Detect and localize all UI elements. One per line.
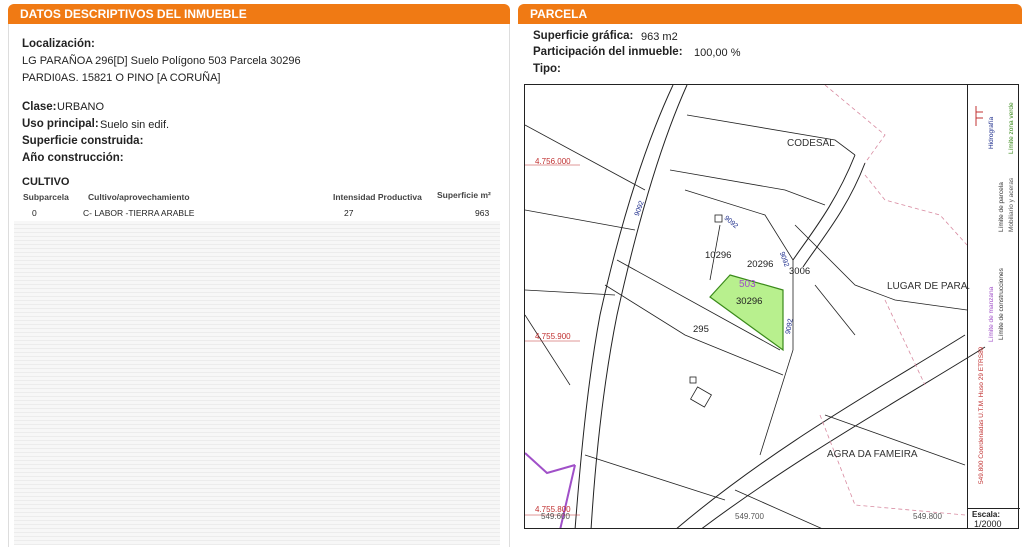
map-legend: 549.800 Coordenadas U.T.M. Huso 29 ETRS8… <box>967 84 1020 529</box>
localizacion-label: Localización: <box>22 38 95 50</box>
escala-value: 1/2000 <box>974 519 1002 529</box>
superficie-construida-label: Superficie construida: <box>22 135 144 147</box>
cell-subparcela: 0 <box>32 208 37 218</box>
right-panel-title: PARCELA <box>518 4 1022 24</box>
uso-principal-label: Uso principal: <box>22 118 99 130</box>
purple-boundary <box>525 452 576 475</box>
north-arrow-icon <box>974 104 984 128</box>
col-header-superficie: Superficie m² <box>437 190 491 200</box>
label-parcel-295: 295 <box>693 324 709 335</box>
label-parcel-20296: 20296 <box>747 259 774 270</box>
clase-label: Clase: <box>22 101 57 113</box>
col-header-cultivo: Cultivo/aprovechamiento <box>88 192 190 202</box>
cell-cultivo: C- LABOR -TIERRA ARABLE <box>83 208 195 218</box>
legend-limite-zona-verde: Límite zona verde <box>1008 102 1015 154</box>
address-line-1: LG PARAÑOA 296[D] Suelo Polígono 503 Par… <box>22 55 301 67</box>
parcel-line <box>734 489 822 528</box>
col-header-subparcela: Subparcela <box>23 192 69 202</box>
label-parcel-10296: 10296 <box>705 250 732 261</box>
coord-x-549800: 549.800 <box>913 512 942 521</box>
escala-label: Escala: <box>972 510 1001 519</box>
coord-y-4755900: 4.755.900 <box>535 332 571 341</box>
right-road-edge-b <box>802 162 866 268</box>
parcel-line <box>525 289 616 296</box>
dashed-limit <box>864 174 968 246</box>
parcel-line <box>525 209 636 231</box>
label-parcel-30296: 30296 <box>736 296 763 307</box>
map-svg <box>525 85 986 528</box>
building <box>690 386 712 408</box>
coord-x-549600: 549.600 <box>541 512 570 521</box>
participacion-label: Participación del inmueble: <box>533 46 683 58</box>
building <box>689 376 697 384</box>
left-panel-title: DATOS DESCRIPTIVOS DEL INMUEBLE <box>8 4 510 24</box>
uso-principal-value: Suelo sin edif. <box>100 119 170 131</box>
lower-road-edge-a <box>676 334 966 528</box>
right-road-edge-a <box>792 154 856 261</box>
legend-mobiliario: Mobiliario y aceras <box>1008 177 1015 232</box>
label-codesal: CODESAL <box>787 138 835 149</box>
superficie-grafica-value: 963 m2 <box>641 31 678 43</box>
dashed-limit <box>884 299 926 386</box>
coord-x-549700: 549.700 <box>735 512 764 521</box>
cell-intensidad: 27 <box>344 208 354 218</box>
lower-road-edge-b <box>701 346 986 528</box>
label-agra: AGRA DA FAMEIRA <box>827 449 918 460</box>
legend-hidrografia: Hidrografía <box>988 116 995 149</box>
coord-y-4756000: 4.756.000 <box>535 157 571 166</box>
parcel-line <box>669 169 826 206</box>
legend-coords-note: 549.800 Coordenadas U.T.M. Huso 29 ETRS8… <box>978 346 985 484</box>
dashed-limit <box>824 85 886 164</box>
main-road-edge-left <box>574 85 674 528</box>
scale-box: Escala: 1/2000 <box>968 508 1020 529</box>
label-polygon-503: 503 <box>739 279 756 290</box>
building <box>714 214 723 223</box>
legend-limite-parcela: Límite de parcela <box>998 182 1005 232</box>
legend-limite-construcciones: Límite de construcciones <box>998 268 1005 340</box>
parcel-line <box>525 314 571 386</box>
clase-value: URBANO <box>57 101 105 113</box>
tipo-label: Tipo: <box>533 63 561 75</box>
label-parcel-3006: 3006 <box>789 266 811 277</box>
cell-superficie: 963 <box>475 208 490 218</box>
ano-construccion-label: Año construcción: <box>22 152 124 164</box>
label-lugar: LUGAR DE PARA. <box>887 281 971 292</box>
cadastral-map[interactable]: CODESAL LUGAR DE PARA. AGRA DA FAMEIRA 1… <box>524 84 1019 529</box>
participacion-value: 100,00 % <box>694 47 741 59</box>
table-row: 0 C- LABOR -TIERRA ARABLE 27 963 <box>14 205 500 221</box>
superficie-grafica-label: Superficie gráfica: <box>533 30 634 42</box>
parcel-line <box>814 284 856 336</box>
parcel-line <box>794 224 968 311</box>
legend-limite-manzana: Límite de manzana <box>988 286 995 342</box>
col-header-intensidad: Intensidad Productiva <box>333 192 422 202</box>
cultivo-title: CULTIVO <box>22 176 70 188</box>
address-line-2: PARDI0AS. 15821 O PINO [A CORUÑA] <box>22 72 221 84</box>
table-empty-area <box>14 221 500 545</box>
main-road-edge-right <box>590 85 688 528</box>
dashed-limit <box>819 414 966 516</box>
parcel-line <box>686 114 856 156</box>
parcel-line <box>584 454 726 501</box>
